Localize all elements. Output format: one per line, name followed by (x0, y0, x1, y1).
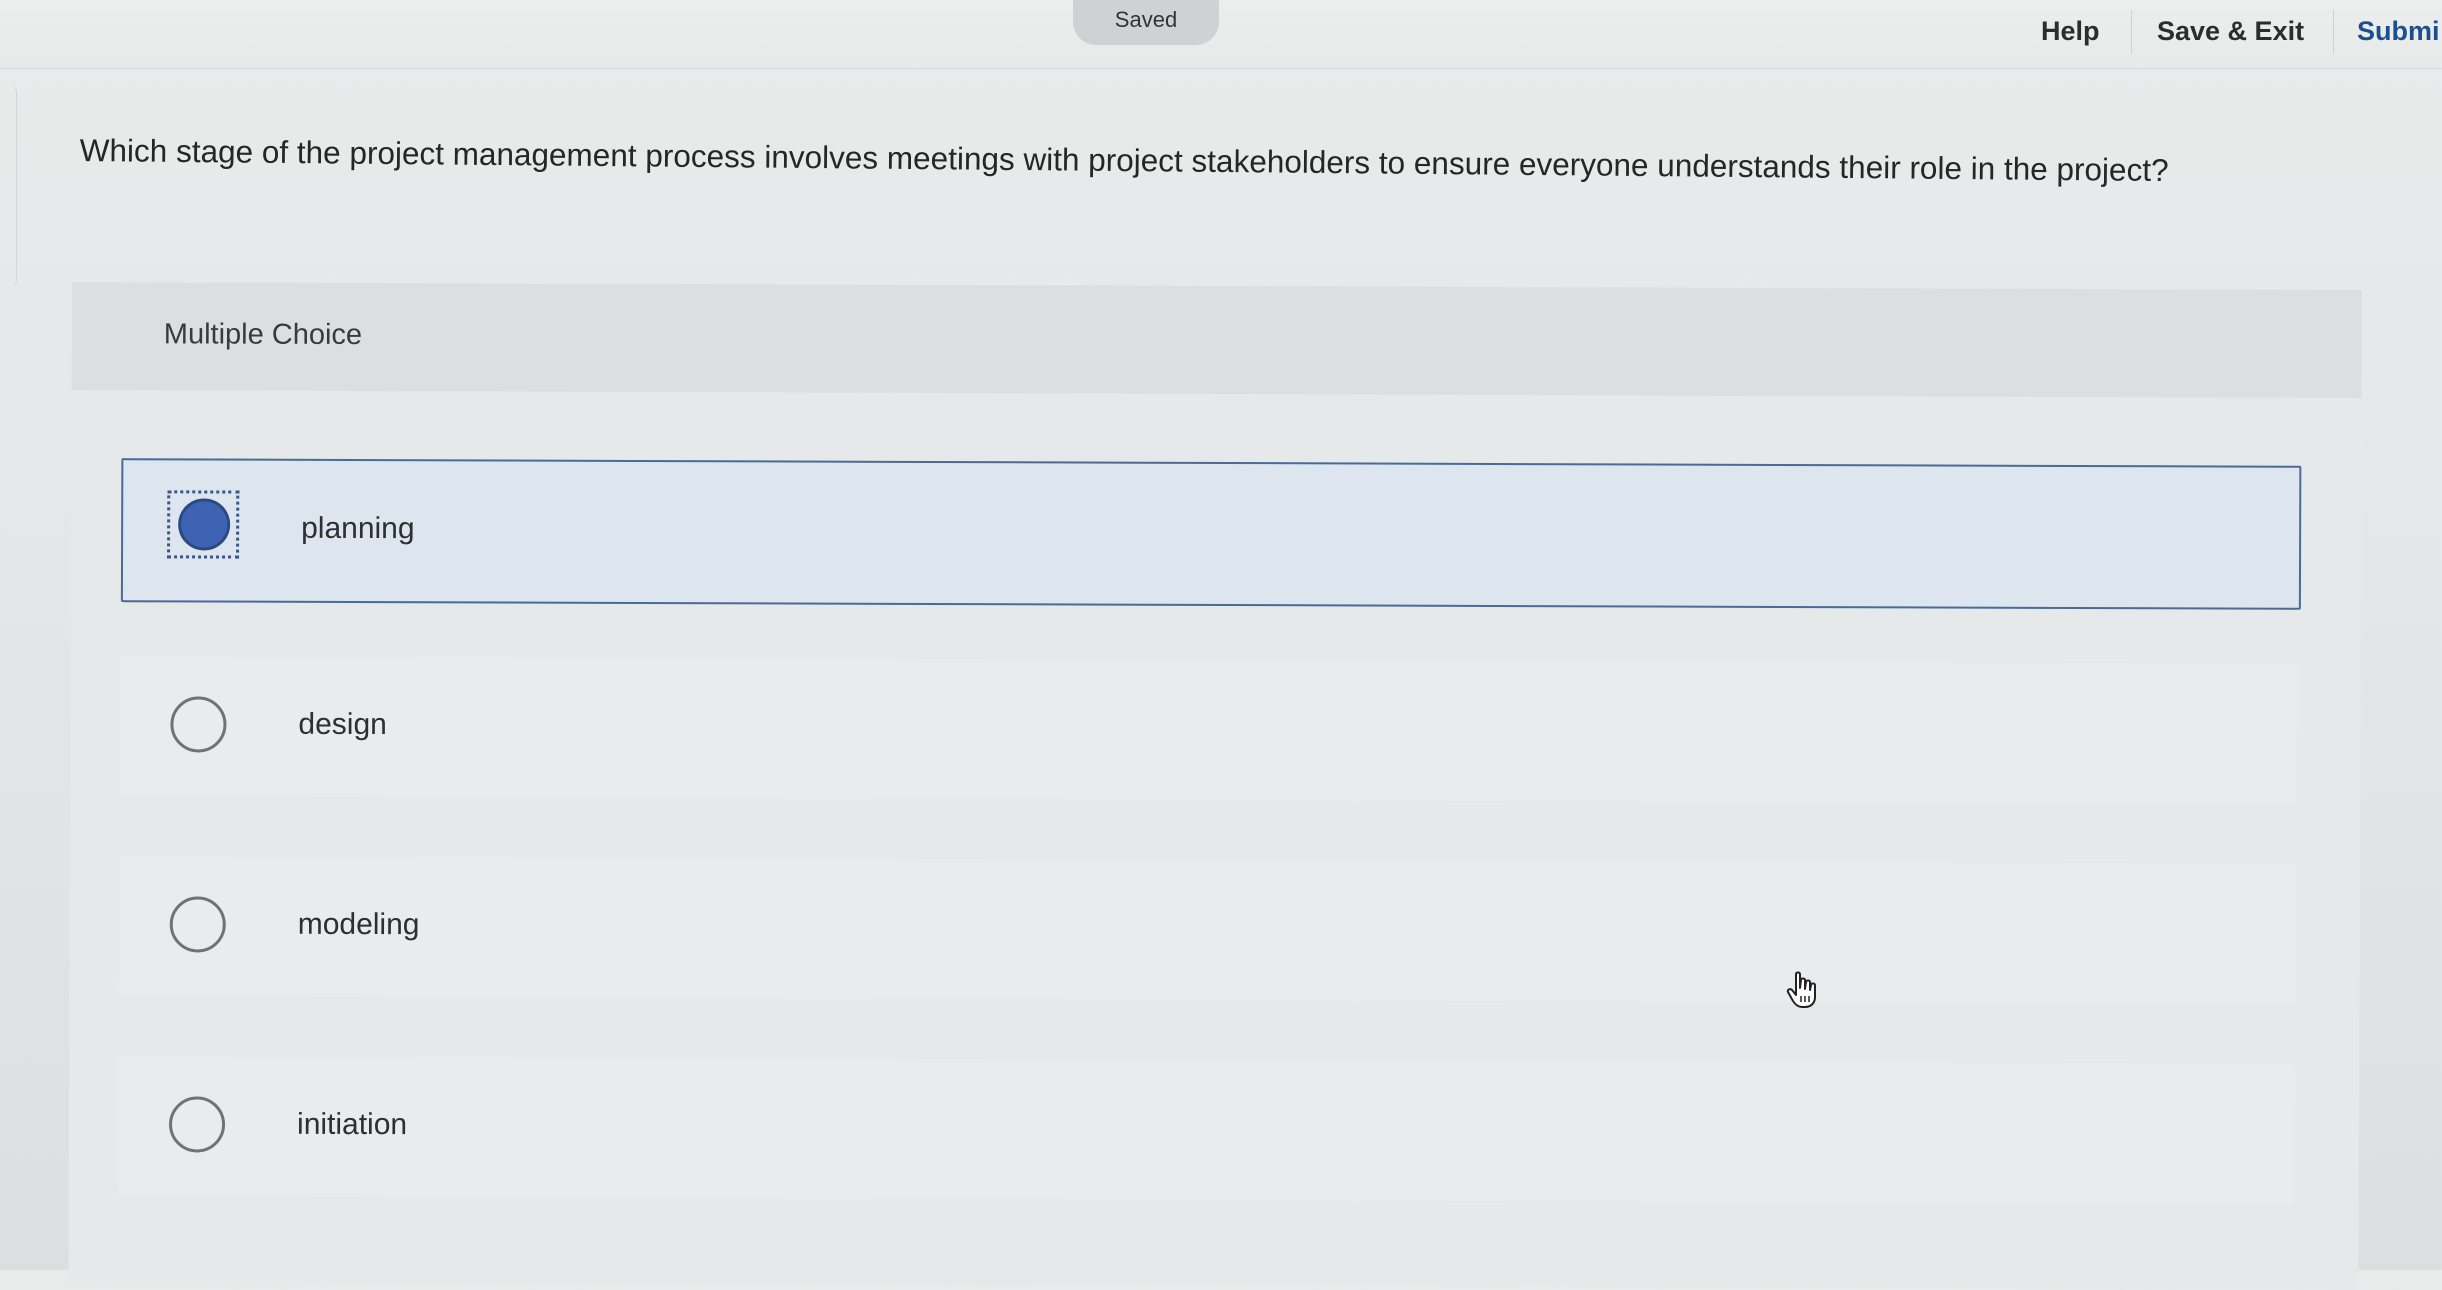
option-design[interactable]: design (120, 656, 2297, 804)
option-planning[interactable]: planning (120, 458, 2302, 610)
question-text: Which stage of the project management pr… (79, 131, 2169, 189)
saved-status-pill: Saved (1073, 0, 1219, 45)
side-panel-edge (0, 86, 17, 286)
card-header: Multiple Choice (71, 282, 2362, 398)
hand-pointer-icon (1786, 971, 1816, 1008)
option-label: planning (301, 511, 415, 546)
radio-selected-icon[interactable] (167, 490, 240, 559)
radio-empty-icon[interactable] (169, 896, 226, 953)
submit-link[interactable]: Submi (2357, 12, 2440, 50)
option-initiation[interactable]: initiation (118, 1056, 2296, 1204)
question-type-label: Multiple Choice (163, 318, 363, 352)
radio-dot (178, 498, 231, 551)
nav-divider (2333, 10, 2334, 54)
nav-divider (2131, 10, 2132, 54)
option-label: modeling (297, 907, 420, 942)
save-exit-link[interactable]: Save & Exit (2157, 12, 2304, 50)
radio-empty-icon[interactable] (170, 696, 227, 753)
radio-empty-icon[interactable] (168, 1096, 226, 1153)
top-bar: Saved Help Save & Exit Submi (0, 0, 2442, 69)
option-label: design (298, 707, 387, 742)
help-link[interactable]: Help (2041, 12, 2100, 50)
option-label: initiation (297, 1107, 408, 1142)
answer-card: Multiple Choice planning design modeling… (68, 282, 2362, 1290)
option-modeling[interactable]: modeling (119, 856, 2296, 1004)
